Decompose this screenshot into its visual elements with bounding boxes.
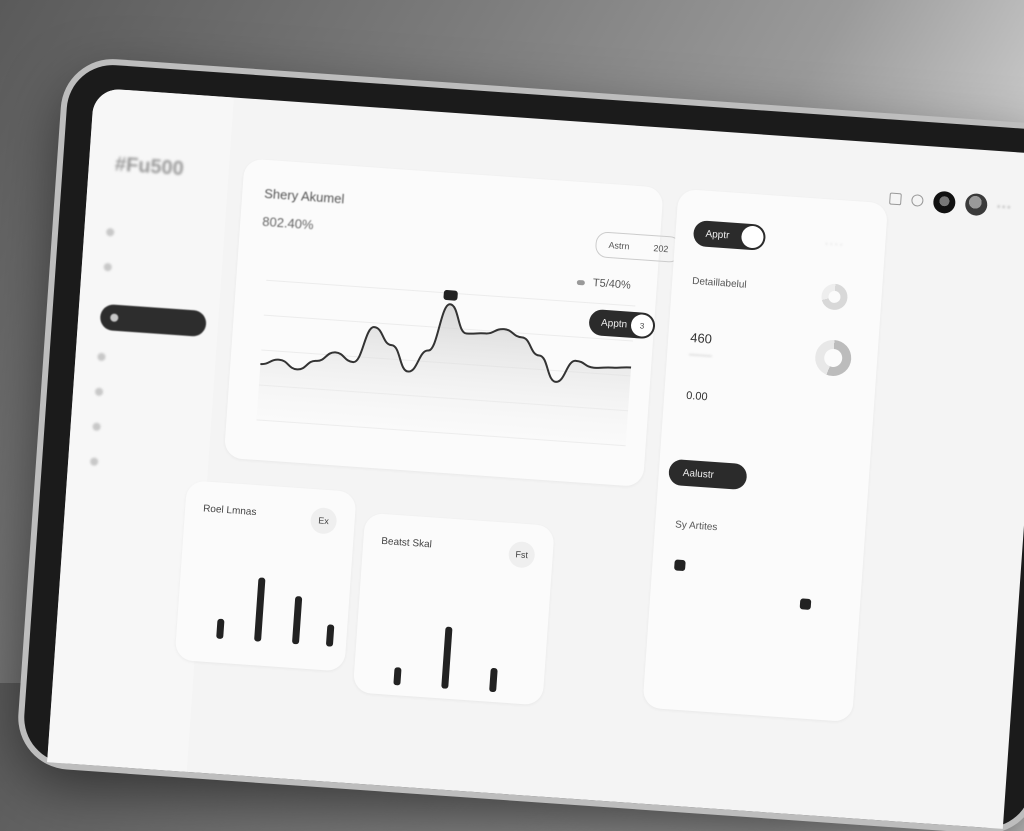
window-icon[interactable] [889,192,903,206]
series-area [256,304,632,446]
side-toggle[interactable]: Apptr [692,219,767,251]
more-icon[interactable]: • • • [997,202,1010,212]
tablet-device: #Fu500 • • • Shery Akumel 802.40% Astrn … [21,62,1024,831]
avatar-profile[interactable] [964,192,989,217]
big-value-1: 460 [689,329,713,347]
bar [489,668,498,693]
side-caption: · · · · [824,239,843,250]
bar-chart-2 [393,626,498,693]
side-pill[interactable]: Aalustr [667,458,748,491]
nav-dot-icon [92,422,101,432]
nav-dot-icon [94,387,104,397]
filter-pill-right: 202 [653,243,669,255]
legend-swatch-icon [576,279,586,285]
big-value-1-caption: ──── [688,349,713,361]
chart-title: Shery Akumel [263,185,345,207]
sidebar-item-1[interactable] [103,254,209,287]
bar [216,618,225,639]
donut-small [820,283,849,311]
side-pill-label: Aalustr [682,467,715,481]
filter-pill[interactable]: Astrn 202 [594,231,683,264]
side-toggle-label: Apptr [705,228,730,241]
nav-dot-icon [103,262,113,272]
side-panel-card: Apptr · · · · Detaillabelul 460 ──── 0.0… [642,188,889,723]
list-item-icon-2[interactable] [799,598,812,610]
peak-marker[interactable] [443,290,458,301]
bar [254,577,266,642]
legend-value: T5/40% [592,277,632,292]
sidebar-nav [89,88,234,466]
nav-dot-icon [97,352,106,362]
avatar-user[interactable] [932,190,957,215]
sidebar: #Fu500 [47,87,234,772]
bar-card-2: Beatst Skal Fst [352,512,555,706]
chart-value: 802.40% [261,213,315,233]
bar [326,624,335,647]
notification-icon[interactable] [911,194,924,207]
bar [292,596,303,645]
sidebar-item-2[interactable] [99,303,207,338]
nav-dot-icon [105,227,115,237]
donut-chart [814,338,853,378]
bar-card-2-title: Beatst Skal [380,535,433,551]
list-label: Sy Artites [674,519,718,534]
bar-card-2-button[interactable]: Fst [507,540,536,569]
side-toggle-knob [740,225,765,249]
area-chart[interactable] [234,269,646,476]
sidebar-item-6[interactable] [89,448,195,481]
filter-pill-left: Astrn [608,240,630,252]
app-logo: #Fu500 [114,153,185,181]
sidebar-item-4[interactable] [94,379,200,412]
dashboard-screen: #Fu500 • • • Shery Akumel 802.40% Astrn … [47,87,1024,829]
section-label: Detaillabelul [691,275,747,291]
sidebar-item-0[interactable] [105,219,211,252]
list-item-icon[interactable] [674,559,686,572]
bar-card-1-button[interactable]: Ex [309,506,338,535]
chart-legend: T5/40% [576,276,631,292]
bar-card-1-title: Roel Lmnas [202,503,257,519]
main-chart-card: Shery Akumel 802.40% Astrn 202 T5/40% Ap… [223,158,683,487]
big-value-2: 0.00 [685,389,709,404]
top-toolbar: • • • [889,188,1011,218]
nav-dot-icon [110,313,119,322]
bar-card-1: Roel Lmnas Ex [174,480,357,672]
bar [441,626,453,689]
sidebar-item-5[interactable] [92,413,198,446]
bar-chart-1 [216,577,335,647]
nav-dot-icon [89,457,99,466]
sidebar-item-3[interactable] [97,344,203,377]
